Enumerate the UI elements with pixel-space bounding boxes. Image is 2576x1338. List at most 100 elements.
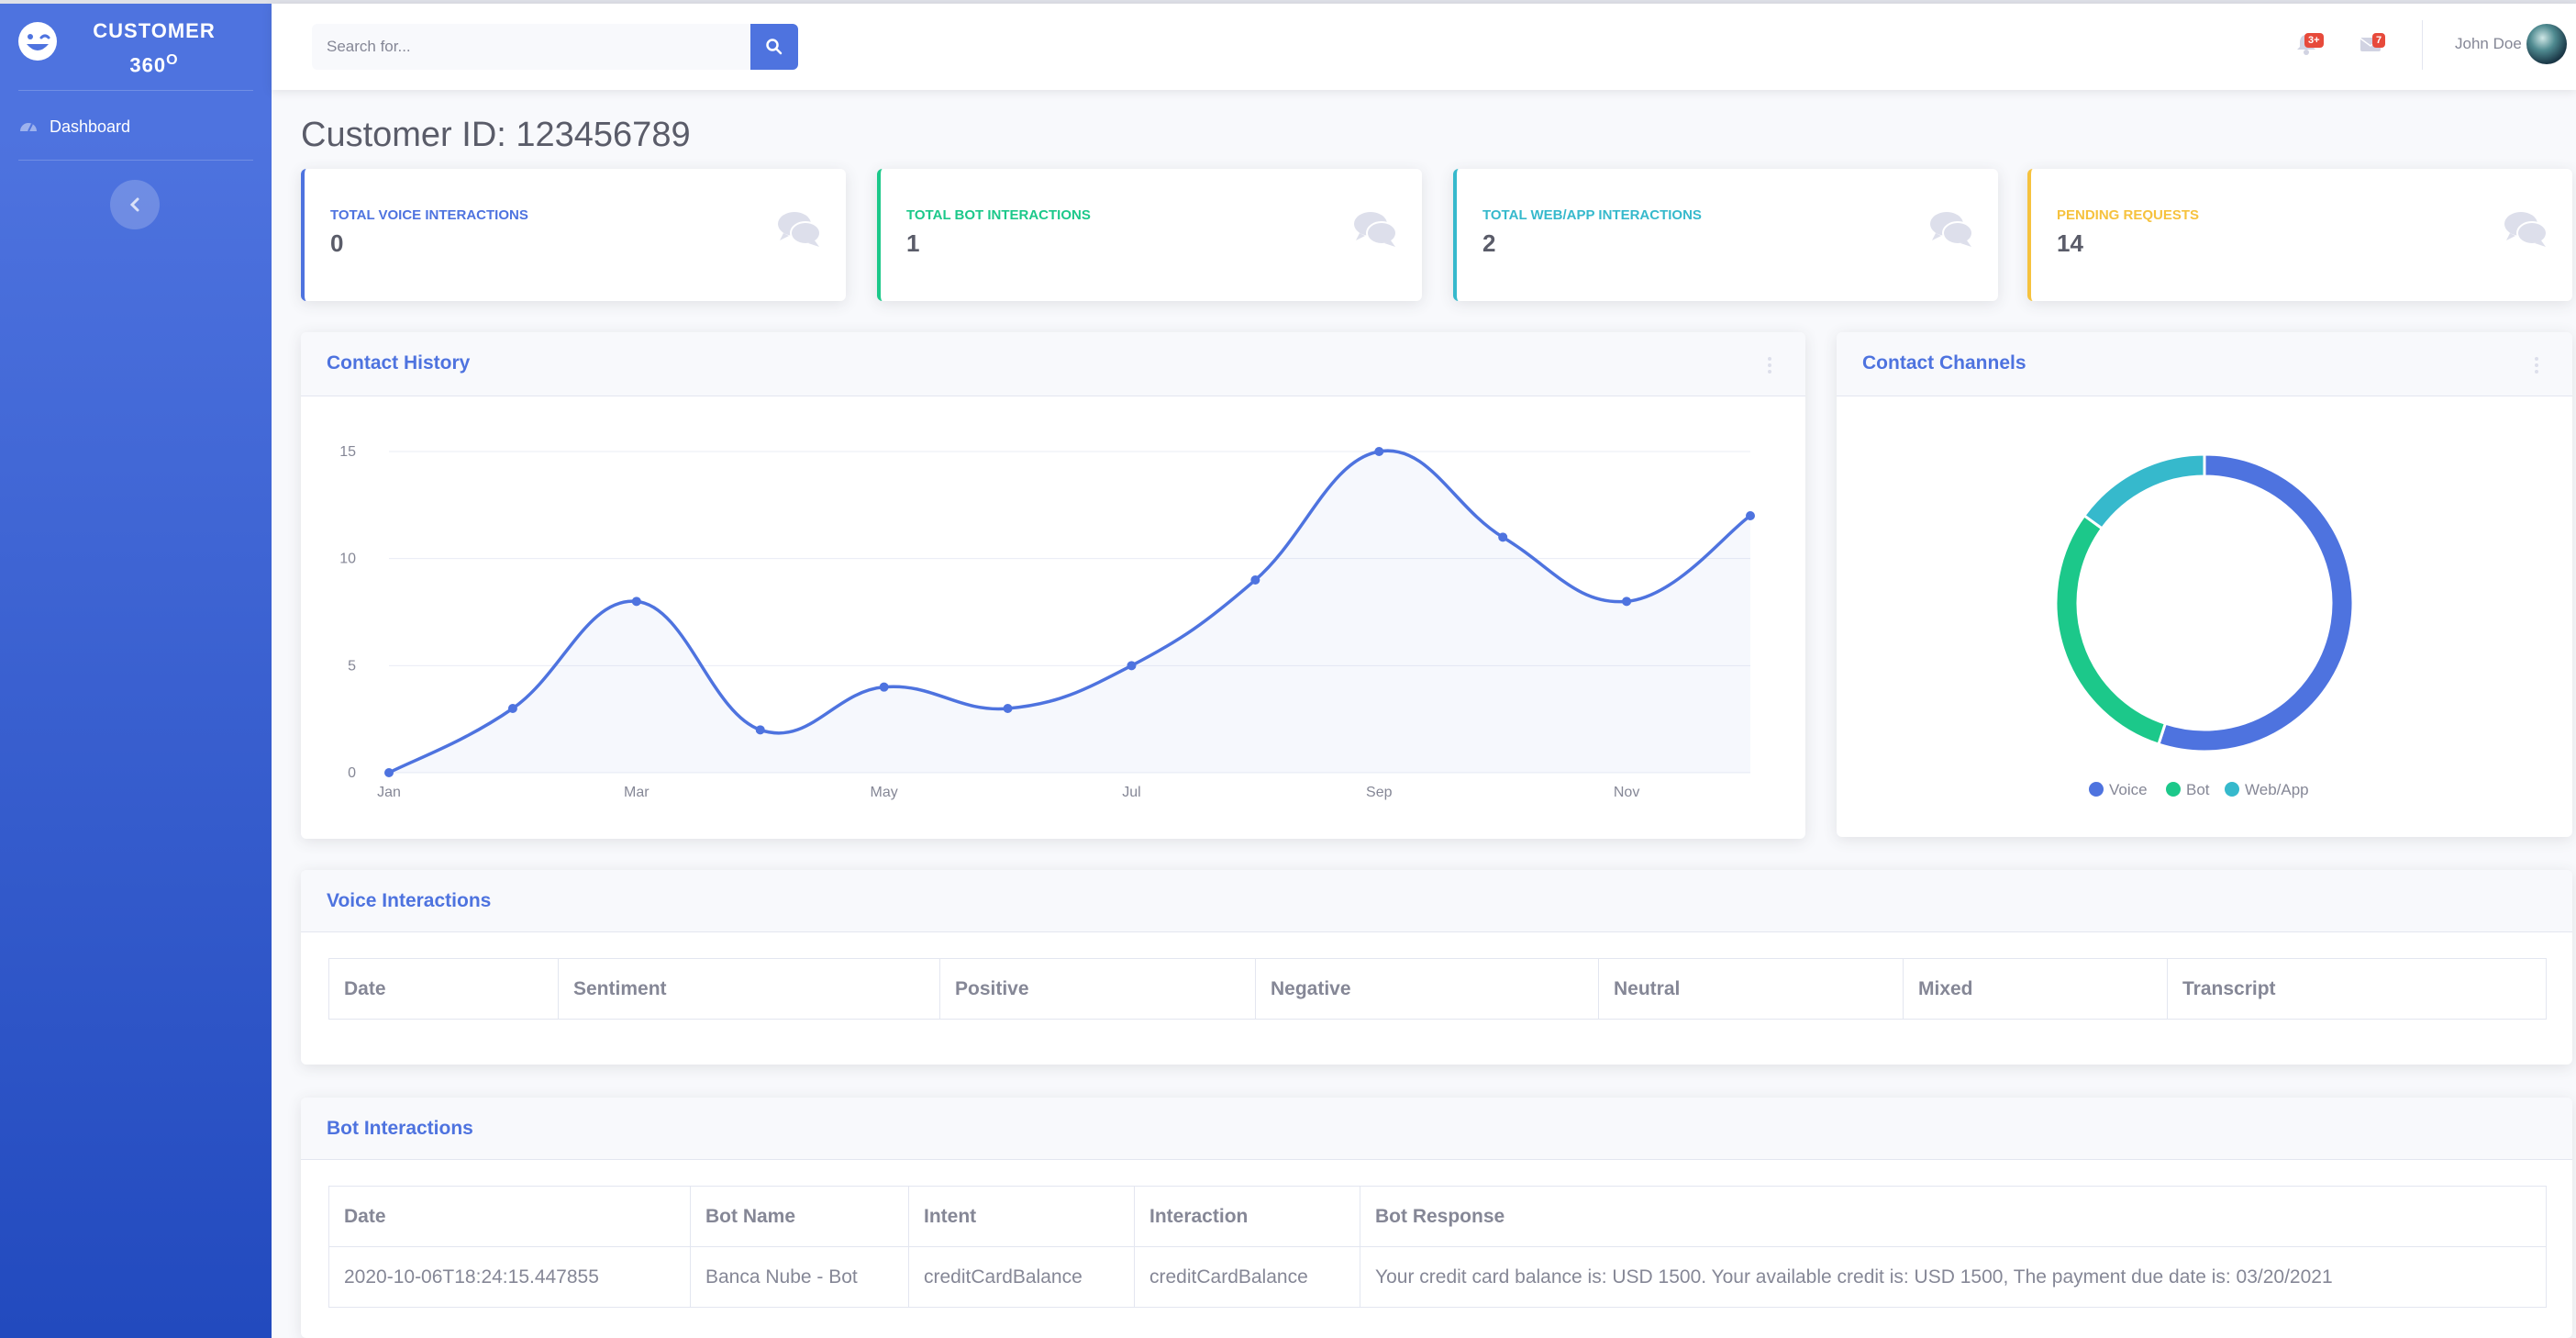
legend-label: Bot bbox=[2186, 781, 2210, 798]
table-cell: 2020-10-06T18:24:15.447855 bbox=[328, 1246, 691, 1308]
search-button[interactable] bbox=[750, 24, 798, 70]
y-tick-label: 0 bbox=[348, 765, 356, 781]
column-header[interactable]: Mixed bbox=[1903, 958, 2168, 1020]
user-name[interactable]: John Doe bbox=[2455, 35, 2522, 53]
column-header[interactable]: Transcript bbox=[2167, 958, 2547, 1020]
legend-swatch bbox=[2166, 782, 2181, 797]
comments-icon bbox=[1354, 212, 1397, 247]
contact-history-chart: 0 5 10 15 Jan Mar May Jul Sep Nov bbox=[339, 444, 1755, 800]
table-cell: creditCardBalance bbox=[1134, 1246, 1360, 1308]
stat-label: TOTAL VOICE INTERACTIONS bbox=[330, 207, 528, 223]
sidebar: CUSTOMER 360o Dashboard bbox=[0, 0, 272, 1338]
stat-label: TOTAL WEB/APP INTERACTIONS bbox=[1482, 207, 1702, 223]
table-header-row: Date Sentiment Positive Negative Neutral… bbox=[328, 958, 2547, 1020]
search-input[interactable] bbox=[312, 24, 752, 70]
brand-name: CUSTOMER 360o bbox=[93, 19, 216, 77]
y-tick-label: 10 bbox=[339, 552, 356, 567]
stat-card-pending: PENDING REQUESTS 14 bbox=[2027, 169, 2572, 301]
column-header[interactable]: Interaction bbox=[1134, 1186, 1360, 1247]
column-header[interactable]: Date bbox=[328, 958, 559, 1020]
comments-icon bbox=[1930, 212, 1973, 247]
stat-value: 2 bbox=[1482, 229, 1496, 257]
sidebar-item-label: Dashboard bbox=[50, 117, 131, 136]
data-point[interactable] bbox=[1746, 511, 1755, 520]
bot-interactions-panel: Bot Interactions Date Bot Name Intent In… bbox=[301, 1098, 2572, 1338]
contact-channels-panel: Contact Channels Voice Bot Web/App bbox=[1837, 332, 2572, 837]
panel-header: Bot Interactions bbox=[301, 1098, 2572, 1160]
x-tick-label: Sep bbox=[1366, 785, 1393, 800]
data-point[interactable] bbox=[1127, 661, 1137, 671]
ellipsis-vertical-icon[interactable] bbox=[2534, 356, 2539, 374]
column-header[interactable]: Negative bbox=[1255, 958, 1599, 1020]
pie-slice-voice[interactable] bbox=[2157, 452, 2355, 753]
sidebar-divider bbox=[18, 90, 253, 91]
stat-value: 0 bbox=[330, 229, 344, 257]
topbar bbox=[272, 4, 2576, 90]
legend-swatch bbox=[2225, 782, 2239, 797]
bot-interactions-table: Date Bot Name Intent Interaction Bot Res… bbox=[328, 1186, 2547, 1308]
data-point[interactable] bbox=[879, 682, 889, 692]
sidebar-item-dashboard[interactable]: Dashboard bbox=[18, 108, 253, 145]
comments-icon bbox=[2504, 212, 2548, 247]
data-point[interactable] bbox=[1498, 532, 1508, 542]
y-tick-label: 15 bbox=[339, 444, 356, 460]
panel-header: Contact History bbox=[301, 332, 1805, 396]
column-header[interactable]: Neutral bbox=[1598, 958, 1904, 1020]
sidebar-toggle-button[interactable] bbox=[110, 180, 160, 229]
stat-card-bot: TOTAL BOT INTERACTIONS 1 bbox=[877, 169, 1422, 301]
stat-card-voice: TOTAL VOICE INTERACTIONS 0 bbox=[301, 169, 846, 301]
page-title: Customer ID: 123456789 bbox=[301, 116, 691, 154]
data-point[interactable] bbox=[631, 597, 641, 607]
legend-label: Web/App bbox=[2245, 781, 2309, 798]
table-cell: Banca Nube - Bot bbox=[690, 1246, 909, 1308]
stat-label: PENDING REQUESTS bbox=[2057, 207, 2200, 223]
x-tick-label: Nov bbox=[1614, 785, 1639, 800]
avatar[interactable] bbox=[2526, 24, 2567, 64]
alerts-badge: 3+ bbox=[2304, 33, 2324, 48]
data-point[interactable] bbox=[1003, 704, 1013, 713]
search-group bbox=[312, 24, 796, 70]
comments-icon bbox=[778, 212, 821, 247]
voice-interactions-table: Date Sentiment Positive Negative Neutral… bbox=[328, 958, 2547, 1020]
pie-slice-bot[interactable] bbox=[2054, 513, 2168, 746]
column-header[interactable]: Bot Name bbox=[690, 1186, 909, 1247]
data-point[interactable] bbox=[384, 768, 394, 777]
x-tick-label: Jul bbox=[1122, 785, 1140, 800]
panel-title: Bot Interactions bbox=[327, 1118, 473, 1139]
y-tick-label: 5 bbox=[348, 658, 356, 674]
ellipsis-vertical-icon[interactable] bbox=[1767, 356, 1772, 374]
x-tick-label: Mar bbox=[624, 785, 650, 800]
panel-title: Voice Interactions bbox=[327, 890, 492, 911]
data-point[interactable] bbox=[1622, 597, 1632, 607]
column-header[interactable]: Bot Response bbox=[1360, 1186, 2547, 1247]
tachometer-icon bbox=[20, 123, 37, 132]
pie-slice-webapp[interactable] bbox=[2082, 452, 2206, 530]
data-point[interactable] bbox=[507, 704, 517, 713]
data-point[interactable] bbox=[1250, 575, 1260, 585]
data-point[interactable] bbox=[755, 725, 765, 735]
data-point[interactable] bbox=[1374, 447, 1384, 456]
table-cell: creditCardBalance bbox=[908, 1246, 1135, 1308]
brand[interactable]: CUSTOMER 360o bbox=[0, 0, 272, 88]
voice-interactions-panel: Voice Interactions Date Sentiment Positi… bbox=[301, 870, 2572, 1065]
legend-label: Voice bbox=[2109, 781, 2148, 798]
column-header[interactable]: Intent bbox=[908, 1186, 1135, 1247]
column-header[interactable]: Sentiment bbox=[558, 958, 940, 1020]
legend-swatch bbox=[2089, 782, 2104, 797]
laugh-wink-icon bbox=[18, 22, 57, 61]
panel-header: Voice Interactions bbox=[301, 870, 2572, 932]
x-tick-label: May bbox=[871, 785, 898, 800]
stat-value: 1 bbox=[906, 229, 920, 257]
stat-label: TOTAL BOT INTERACTIONS bbox=[906, 207, 1091, 223]
search-icon bbox=[766, 39, 783, 55]
column-header[interactable]: Positive bbox=[939, 958, 1256, 1020]
table-row: 2020-10-06T18:24:15.447855 Banca Nube - … bbox=[328, 1246, 2547, 1308]
table-cell: Your credit card balance is: USD 1500. Y… bbox=[1360, 1246, 2547, 1308]
panel-title: Contact History bbox=[327, 352, 471, 374]
table-header-row: Date Bot Name Intent Interaction Bot Res… bbox=[328, 1186, 2547, 1247]
topbar-divider bbox=[2422, 20, 2423, 70]
stat-value: 14 bbox=[2057, 229, 2083, 257]
sidebar-divider bbox=[18, 160, 253, 161]
panel-header: Contact Channels bbox=[1837, 332, 2572, 396]
column-header[interactable]: Date bbox=[328, 1186, 691, 1247]
